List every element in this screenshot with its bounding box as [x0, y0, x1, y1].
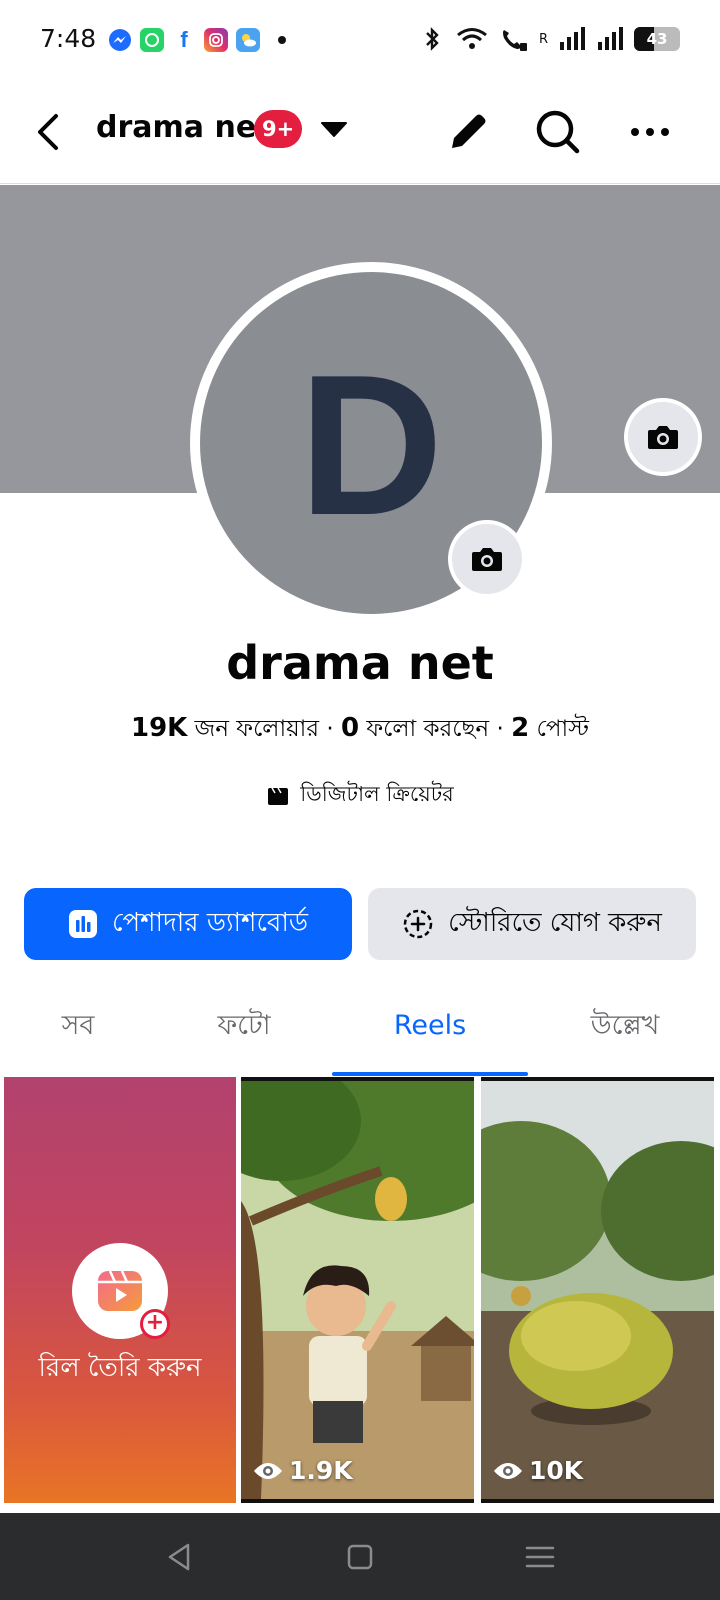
- followers-count[interactable]: 19K: [131, 713, 187, 743]
- camera-icon: [648, 426, 678, 449]
- add-circle-icon: [403, 909, 433, 939]
- system-navigation-bar: [0, 1513, 720, 1600]
- camera-icon: [472, 548, 502, 571]
- nav-back-icon[interactable]: [162, 1539, 198, 1575]
- search-icon[interactable]: [532, 106, 584, 158]
- create-reel-card[interactable]: + রিল তৈরি করুন: [4, 1077, 236, 1503]
- profile-category: ডিজিটাল ক্রিয়েটর: [0, 778, 720, 813]
- battery-indicator: 43: [634, 27, 680, 51]
- reel-thumbnail-image: [481, 1081, 714, 1499]
- reel-thumbnail-image: [241, 1081, 474, 1499]
- bar-chart-icon: [68, 910, 97, 938]
- status-bar: 7:48 f R 43: [0, 0, 720, 84]
- view-count: 1.9K: [253, 1456, 353, 1485]
- edit-avatar-camera-button[interactable]: [448, 520, 526, 598]
- stats-separator: ·: [496, 716, 504, 742]
- reel-thumbnail[interactable]: 10K: [481, 1077, 714, 1503]
- following-count[interactable]: 0: [341, 713, 359, 743]
- whatsapp-icon: [140, 28, 164, 52]
- following-label[interactable]: ফলো করছেন: [366, 716, 489, 742]
- add-to-story-button[interactable]: স্টোরিতে যোগ করুন: [368, 888, 696, 960]
- tab-mentions[interactable]: উল্লেখ: [540, 990, 710, 1078]
- nav-home-icon[interactable]: [342, 1539, 378, 1575]
- profile-tabs: সব ফটো Reels উল্লেখ: [0, 990, 720, 1078]
- instagram-icon: [204, 28, 228, 52]
- tab-photos[interactable]: ফটো: [164, 990, 324, 1078]
- notification-icons: f: [108, 27, 286, 52]
- wifi-icon: [457, 28, 487, 49]
- header-title[interactable]: drama net: [96, 110, 271, 145]
- profile-name: drama net: [226, 636, 494, 690]
- roaming-indicator: R: [538, 31, 548, 47]
- avatar-initial: D: [298, 334, 444, 557]
- view-count-value: 10K: [529, 1456, 584, 1485]
- messenger-icon: [109, 29, 131, 51]
- active-tab-indicator: [332, 1072, 528, 1076]
- nav-menu-icon[interactable]: [522, 1539, 558, 1575]
- plus-icon: +: [140, 1309, 170, 1339]
- posts-count: 2: [511, 713, 530, 743]
- tab-reels[interactable]: Reels: [332, 990, 528, 1078]
- clapperboard-icon: [268, 787, 289, 805]
- status-time: 7:48: [40, 24, 97, 53]
- professional-dashboard-label: পেশাদার ড্যাশবোর্ড: [111, 908, 309, 938]
- tab-all[interactable]: সব: [0, 990, 156, 1078]
- reel-thumbnail[interactable]: 1.9K: [241, 1077, 474, 1503]
- edit-pencil-icon[interactable]: [442, 106, 494, 158]
- create-reel-label: রিল তৈরি করুন: [38, 1353, 202, 1383]
- category-label: ডিজিটাল ক্রিয়েটর: [300, 782, 454, 806]
- eye-icon: [494, 1462, 522, 1479]
- posts-label: পোস্ট: [536, 716, 590, 742]
- profile-screen: 7:48 f R 43 drama net 9+ D drama net 19K…: [0, 0, 720, 1600]
- profile-header: drama net 9+: [0, 84, 720, 184]
- wifi-call-icon: [502, 30, 527, 51]
- battery-percentage: 43: [646, 30, 668, 48]
- system-indicators: R 43: [419, 26, 680, 52]
- bluetooth-icon: [426, 27, 439, 51]
- profile-stats: 19K জন ফলোয়ার · 0 ফলো করছেন · 2 পোস্ট: [0, 710, 720, 749]
- add-to-story-label: স্টোরিতে যোগ করুন: [448, 908, 662, 938]
- signal-icon: [560, 27, 585, 50]
- reels-icon: [98, 1270, 142, 1311]
- back-arrow-icon[interactable]: [30, 108, 70, 156]
- notification-badge: 9+: [254, 110, 303, 148]
- view-count-value: 1.9K: [289, 1456, 353, 1485]
- professional-dashboard-button[interactable]: পেশাদার ড্যাশবোর্ড: [24, 888, 352, 960]
- stats-separator: ·: [326, 716, 334, 742]
- followers-label[interactable]: জন ফলোয়ার: [195, 716, 319, 742]
- signal-icon-2: [598, 27, 623, 50]
- chevron-down-icon[interactable]: [318, 118, 350, 140]
- eye-icon: [254, 1462, 282, 1479]
- facebook-icon: f: [180, 27, 188, 52]
- more-options-icon[interactable]: [624, 106, 676, 158]
- view-count: 10K: [493, 1456, 583, 1485]
- edit-cover-camera-button[interactable]: [624, 398, 702, 476]
- more-notifications-dot: [278, 36, 286, 44]
- weather-icon: [236, 28, 260, 52]
